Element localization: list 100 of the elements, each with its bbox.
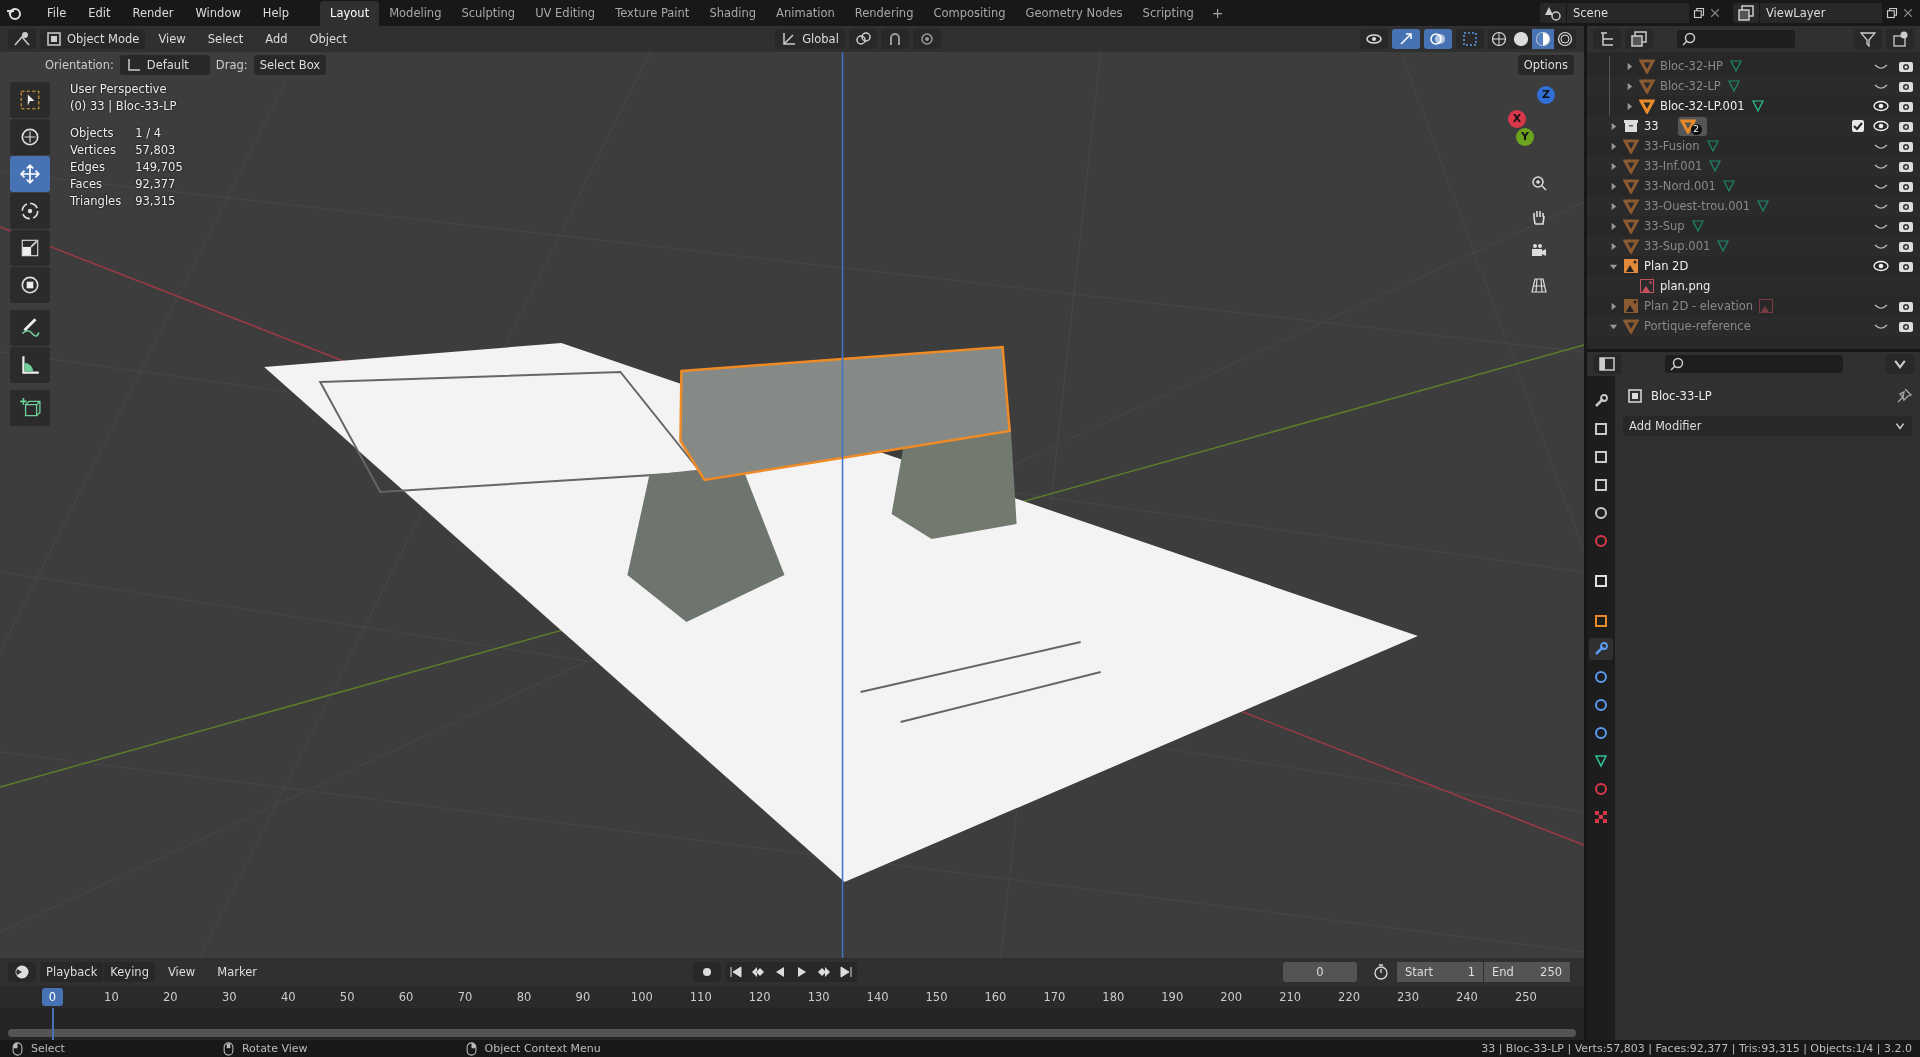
scene-name-field[interactable]: Scene xyxy=(1567,3,1689,23)
visibility-dropdown[interactable] xyxy=(1360,29,1388,49)
checkbox[interactable] xyxy=(1852,120,1864,132)
start-frame-field[interactable]: Start 1 xyxy=(1397,962,1483,982)
end-frame-field[interactable]: End 250 xyxy=(1484,962,1570,982)
expand-arrow-icon[interactable] xyxy=(1609,201,1618,211)
expand-arrow-icon[interactable] xyxy=(1609,141,1618,151)
view-layer-selector-button[interactable] xyxy=(1733,3,1759,23)
object-name[interactable]: Plan 2D xyxy=(1644,259,1689,273)
copy-icon[interactable] xyxy=(1886,7,1898,19)
filter-dropdown[interactable] xyxy=(1854,29,1882,49)
eye-icon[interactable] xyxy=(1873,118,1889,134)
options-dropdown[interactable] xyxy=(1886,354,1914,374)
playhead-frame-marker[interactable]: 0 xyxy=(41,988,64,1006)
mode-dropdown[interactable]: Object Mode xyxy=(40,29,146,49)
tool-button[interactable] xyxy=(10,310,50,346)
mesh-count-badge[interactable]: 2 xyxy=(1677,116,1707,136)
object-name[interactable]: Portique-reference xyxy=(1644,319,1751,333)
image-name[interactable]: plan.png xyxy=(1660,279,1711,293)
menu-item[interactable]: File xyxy=(38,3,76,23)
current-frame-field[interactable]: 0 xyxy=(1283,962,1357,982)
axis-gizmo-button[interactable]: X xyxy=(1508,110,1526,128)
tool-button[interactable] xyxy=(10,267,50,303)
object-name[interactable]: 33 xyxy=(1644,119,1659,133)
gizmo-toggle[interactable] xyxy=(1392,29,1420,49)
scene-selector-button[interactable] xyxy=(1540,3,1566,23)
properties-tab[interactable] xyxy=(1589,638,1613,660)
mesh-data-icon[interactable] xyxy=(1725,78,1742,94)
transform-orientation-dropdown[interactable]: Global xyxy=(775,29,845,49)
editor-type-dropdown[interactable] xyxy=(8,962,36,982)
expand-arrow-icon[interactable] xyxy=(1609,221,1618,231)
menu-item[interactable]: Render xyxy=(123,3,183,23)
axis-gizmo-button[interactable]: Y xyxy=(1516,128,1534,146)
menu-item[interactable]: Object xyxy=(300,29,356,49)
expand-arrow-icon[interactable] xyxy=(1625,81,1634,91)
object-name[interactable]: Plan 2D - elevation xyxy=(1644,299,1753,313)
close-icon[interactable] xyxy=(1902,7,1914,19)
logo-icon[interactable] xyxy=(6,5,22,21)
axis-gizmo-button[interactable]: Z xyxy=(1537,86,1555,104)
editor-type-dropdown[interactable] xyxy=(1625,29,1653,49)
mesh-data-icon[interactable] xyxy=(1689,218,1706,234)
overlay-toggle[interactable] xyxy=(1424,29,1452,49)
search-field[interactable] xyxy=(1677,30,1795,48)
workspace-tab[interactable]: Texture Paint xyxy=(605,1,700,26)
mesh-data-icon[interactable] xyxy=(1720,178,1737,194)
workspace-tab[interactable]: UV Editing xyxy=(525,1,606,26)
object-name[interactable]: Bloc-32-LP xyxy=(1660,79,1721,93)
display-mode-dropdown[interactable] xyxy=(1593,29,1621,49)
playback-dropdown[interactable]: Playback xyxy=(40,962,104,982)
object-name[interactable]: 33-Fusion xyxy=(1644,139,1700,153)
tool-button[interactable] xyxy=(10,193,50,229)
expand-arrow-icon[interactable] xyxy=(1625,101,1634,111)
object-name[interactable]: Bloc-32-LP.001 xyxy=(1660,99,1745,113)
editor-type-dropdown[interactable] xyxy=(8,29,36,49)
menu-item[interactable]: Marker xyxy=(208,962,266,982)
object-name[interactable]: 33-Inf.001 xyxy=(1644,159,1703,173)
mesh-data-icon[interactable] xyxy=(1704,138,1721,154)
object-name[interactable]: Bloc-32-HP xyxy=(1660,59,1723,73)
workspace-tab[interactable]: Rendering xyxy=(844,1,924,26)
proportional-toggle[interactable] xyxy=(912,29,941,49)
mesh-data-icon[interactable] xyxy=(1749,98,1766,114)
mesh-data-icon[interactable] xyxy=(1755,198,1772,214)
record-toggle[interactable] xyxy=(692,962,721,982)
workspace-tab[interactable]: Animation xyxy=(766,1,845,26)
drag-dropdown[interactable]: Select Box xyxy=(253,55,327,75)
workspace-tab[interactable]: Modeling xyxy=(379,1,452,26)
snap-toggle[interactable] xyxy=(880,29,909,49)
tool-button[interactable] xyxy=(10,230,50,266)
workspace-tab[interactable]: Sculpting xyxy=(451,1,526,26)
copy-icon[interactable] xyxy=(1693,7,1705,19)
tool-button[interactable] xyxy=(10,390,50,426)
stopwatch-icon[interactable] xyxy=(1373,964,1389,980)
menu-item[interactable]: View xyxy=(149,29,195,49)
editor-type-dropdown[interactable] xyxy=(1593,354,1621,374)
expand-arrow-icon[interactable] xyxy=(1625,61,1634,71)
menu-item[interactable]: View xyxy=(158,962,205,982)
expand-arrow-icon[interactable] xyxy=(1609,301,1618,311)
orientation-dropdown[interactable]: Default xyxy=(119,55,210,75)
workspace-tab[interactable]: Layout xyxy=(320,1,380,26)
object-name[interactable]: 33-Sup xyxy=(1644,219,1685,233)
mesh-data-icon[interactable] xyxy=(1707,158,1724,174)
pin-icon[interactable] xyxy=(1896,388,1912,404)
workspace-tab[interactable]: Shading xyxy=(699,1,767,26)
xray-toggle[interactable] xyxy=(1456,29,1484,49)
menu-item[interactable]: Edit xyxy=(79,3,120,23)
add-workspace-button[interactable]: + xyxy=(1203,2,1232,26)
options-dropdown[interactable]: Options xyxy=(1517,55,1574,75)
eye-icon[interactable] xyxy=(1873,98,1889,114)
tool-button[interactable] xyxy=(10,347,50,383)
workspace-tab[interactable]: Compositing xyxy=(923,1,1016,26)
view-layer-name-field[interactable]: ViewLayer xyxy=(1760,3,1882,23)
expand-arrow-icon[interactable] xyxy=(1609,161,1618,171)
workspace-tab[interactable]: Geometry Nodes xyxy=(1015,1,1133,26)
menu-item[interactable]: Add xyxy=(256,29,297,49)
add-modifier-dropdown[interactable]: Add Modifier xyxy=(1623,416,1912,436)
eye-icon[interactable] xyxy=(1873,258,1889,274)
object-name[interactable]: 33-Nord.001 xyxy=(1644,179,1716,193)
object-name[interactable]: 33-Ouest-trou.001 xyxy=(1644,199,1751,213)
close-icon[interactable] xyxy=(1709,7,1721,19)
shading-mode-button[interactable] xyxy=(1532,29,1554,49)
